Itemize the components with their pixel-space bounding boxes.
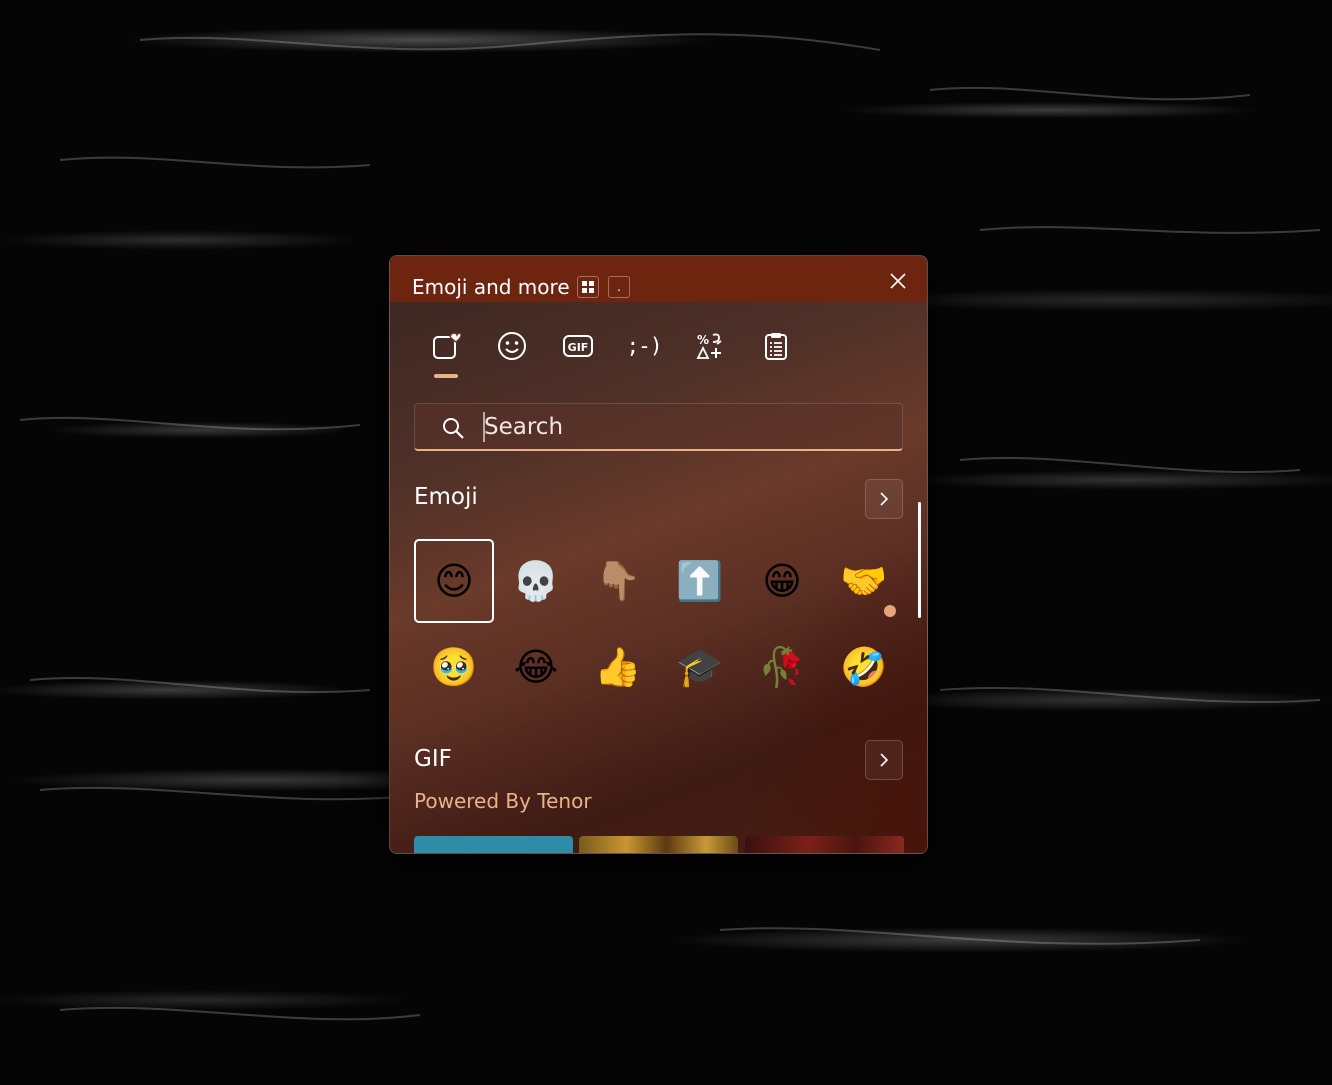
symbols-icon: % [696, 333, 722, 359]
emoji-wilted-flower[interactable]: 🥀 [742, 625, 822, 709]
clipboard-icon [765, 333, 787, 360]
gif-thumbnail-1[interactable] [414, 836, 573, 853]
emoji-thumbs-up[interactable]: 👍 [578, 625, 658, 709]
svg-text:%: % [697, 333, 709, 347]
svg-text:GIF: GIF [568, 341, 589, 354]
close-button[interactable] [885, 268, 911, 294]
gif-section-title: GIF [414, 746, 452, 772]
windows-key-hint-icon [577, 276, 599, 298]
emoji-handshake[interactable]: 🤝 [824, 539, 904, 623]
emoji-up-arrow[interactable]: ⬆️ [660, 539, 740, 623]
heart-note-icon [433, 332, 461, 359]
scrollbar-thumb[interactable] [918, 502, 921, 618]
chevron-right-icon [880, 753, 889, 767]
emoji-grid: 😊 💀 👇🏽 ⬆️ 😁 🤝 🥹 😂 👍 🎓 🥀 🤣 [414, 539, 906, 709]
search-icon [443, 418, 464, 439]
window-title: Emoji and more [412, 275, 570, 299]
gif-see-all-button[interactable] [865, 740, 903, 780]
close-icon [890, 273, 906, 289]
emoji-tears-of-joy[interactable]: 😂 [496, 625, 576, 709]
search-input[interactable] [484, 410, 884, 444]
emoji-see-all-button[interactable] [865, 479, 903, 519]
tab-kaomoji[interactable]: ;-) [612, 326, 676, 366]
gif-icon: GIF [563, 335, 593, 357]
gif-thumbnail-2[interactable] [579, 836, 738, 853]
emoji-handshake-glyph: 🤝 [840, 559, 888, 603]
emoji-smiling-face[interactable]: 😊 [414, 539, 494, 623]
chevron-right-icon [880, 492, 889, 506]
tab-clipboard[interactable] [744, 326, 808, 366]
emoji-holding-back-tears[interactable]: 🥹 [414, 625, 494, 709]
emoji-section-title: Emoji [414, 484, 478, 510]
emoji-rofl[interactable]: 🤣 [824, 625, 904, 709]
tab-most-recent[interactable] [414, 326, 478, 366]
skin-tone-indicator [884, 605, 896, 617]
emoji-skull[interactable]: 💀 [496, 539, 576, 623]
tab-symbols[interactable]: % [678, 326, 742, 366]
tab-emoji[interactable] [480, 326, 544, 366]
gif-thumbnail-3[interactable] [745, 836, 904, 853]
emoji-beaming-face[interactable]: 😁 [742, 539, 822, 623]
smiley-icon [498, 332, 526, 360]
tab-gif[interactable]: GIF [546, 326, 610, 366]
emoji-pointing-down[interactable]: 👇🏽 [578, 539, 658, 623]
emoji-graduation-cap[interactable]: 🎓 [660, 625, 740, 709]
search-box[interactable] [414, 403, 903, 451]
gif-provider-label: Powered By Tenor [414, 789, 592, 813]
kaomoji-icon: ;-) [626, 334, 663, 358]
selected-tab-indicator [434, 374, 458, 378]
title-bar: Emoji and more . [390, 256, 927, 302]
emoji-panel: Emoji and more . GIF ;-) % Search Emoji … [389, 255, 928, 854]
period-key-hint: . [608, 276, 630, 298]
